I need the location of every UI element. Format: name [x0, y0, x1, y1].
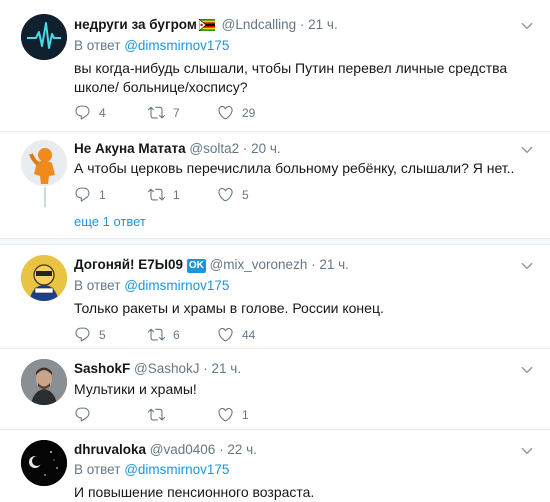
reply-to: В ответ @dimsmirnov175 [74, 38, 229, 53]
show-more-replies[interactable]: еще 1 ответ [74, 214, 146, 229]
tweet-5[interactable]: dhruvaloka @vad0406 · 22 ч. В ответ @dim… [0, 430, 550, 502]
cartoon-avatar-icon [21, 255, 67, 301]
tweet-time[interactable]: · 21 ч. [311, 257, 349, 272]
avatar[interactable] [21, 359, 67, 405]
tweet-3[interactable]: Догоняй! Е7Ы09 OK @mix_voronezh · 21 ч. … [0, 245, 550, 348]
tweet-actions: 5 6 44 [74, 326, 474, 346]
reply-icon [74, 326, 91, 343]
reply-button[interactable]: 4 [74, 104, 106, 121]
retweet-icon [148, 104, 165, 121]
pulse-logo-icon [21, 14, 67, 60]
retweet-icon [148, 326, 165, 343]
retweet-count: 6 [173, 327, 180, 342]
tweet-header: SashokF @SashokJ · 21 ч. [74, 361, 241, 376]
like-button[interactable]: 1 [217, 406, 249, 423]
author-handle[interactable]: @SashokJ [134, 361, 199, 376]
tweet-text: вы когда-нибудь слышали, чтобы Путин пер… [74, 60, 508, 95]
like-icon [217, 186, 234, 203]
tweet-1[interactable]: недруги за бугром @Lndcalling · 21 ч. В … [0, 0, 550, 130]
reply-to: В ответ @dimsmirnov175 [74, 278, 229, 293]
chevron-down-icon[interactable] [520, 143, 534, 157]
night-sky-avatar-icon [21, 440, 67, 486]
reply-count: 1 [99, 187, 106, 202]
tweet-2[interactable]: Не Акуна Матата @solta2 · 20 ч. А чтобы … [0, 132, 550, 207]
tweet-actions: 1 1 5 [74, 186, 474, 206]
reply-mention[interactable]: @dimsmirnov175 [124, 278, 229, 293]
like-icon [217, 104, 234, 121]
reply-prefix: В ответ [74, 38, 121, 53]
like-count: 29 [242, 105, 256, 120]
author-name[interactable]: Не Акуна Матата [74, 141, 186, 156]
retweet-count: 7 [173, 105, 180, 120]
avatar[interactable] [21, 14, 67, 60]
author-handle[interactable]: @mix_voronezh [210, 257, 308, 272]
tweet-4[interactable]: SashokF @SashokJ · 21 ч. Мультики и храм… [0, 349, 550, 429]
reply-count: 5 [99, 327, 106, 342]
tweet-actions: 4 7 29 [74, 104, 474, 124]
like-count: 44 [242, 327, 256, 342]
avatar[interactable] [21, 440, 67, 486]
like-button[interactable]: 29 [217, 104, 255, 121]
tweet-header: Догоняй! Е7Ы09 OK @mix_voronezh · 21 ч. [74, 257, 349, 273]
like-icon [217, 326, 234, 343]
like-count: 5 [242, 187, 249, 202]
chevron-down-icon[interactable] [520, 363, 534, 377]
author-name[interactable]: недруги за бугром [74, 17, 197, 32]
tweet-actions: 1 [74, 406, 474, 426]
avatar[interactable] [21, 255, 67, 301]
tweet-text: И повышение пенсионного возраста. [74, 484, 315, 500]
author-handle[interactable]: @Lndcalling [222, 17, 297, 32]
tweet-text: Только ракеты и храмы в голове. России к… [74, 300, 384, 316]
tweet-header: Не Акуна Матата @solta2 · 20 ч. [74, 141, 281, 156]
retweet-button[interactable] [148, 406, 173, 423]
ok-badge: OK [186, 259, 206, 273]
like-button[interactable]: 44 [217, 326, 255, 343]
tweet-text: А чтобы церковь перечислила больному реб… [74, 160, 515, 176]
thread-line [44, 187, 46, 207]
author-name[interactable]: SashokF [74, 361, 130, 376]
reply-mention[interactable]: @dimsmirnov175 [124, 38, 229, 53]
reply-to: В ответ @dimsmirnov175 [74, 462, 229, 477]
retweet-button[interactable]: 6 [148, 326, 180, 343]
like-button[interactable]: 5 [217, 186, 249, 203]
reply-button[interactable] [74, 406, 99, 423]
tweet-time[interactable]: · 20 ч. [243, 141, 281, 156]
thread-separator [0, 238, 550, 245]
person-photo-avatar-icon [21, 359, 67, 405]
tweet-header: dhruvaloka @vad0406 · 22 ч. [74, 442, 257, 457]
reply-button[interactable]: 5 [74, 326, 106, 343]
chevron-down-icon[interactable] [520, 444, 534, 458]
author-name[interactable]: dhruvaloka [74, 442, 146, 457]
tweet-header: недруги за бугром @Lndcalling · 21 ч. [74, 17, 338, 34]
retweet-count: 1 [173, 187, 180, 202]
author-handle[interactable]: @vad0406 [150, 442, 216, 457]
retweet-icon [148, 406, 165, 423]
reply-icon [74, 406, 91, 423]
retweet-button[interactable]: 1 [148, 186, 180, 203]
orange-figure-avatar-icon [21, 140, 67, 186]
avatar[interactable] [21, 140, 67, 186]
tweet-time[interactable]: · 21 ч. [203, 361, 241, 376]
author-handle[interactable]: @solta2 [189, 141, 239, 156]
reply-icon [74, 186, 91, 203]
reply-icon [74, 104, 91, 121]
tweet-time[interactable]: · 21 ч. [300, 17, 338, 32]
tweet-time[interactable]: · 22 ч. [219, 442, 257, 457]
like-icon [217, 406, 234, 423]
author-name[interactable]: Догоняй! Е7Ы09 [74, 257, 183, 272]
like-count: 1 [242, 407, 249, 422]
zimbabwe-flag-icon [198, 18, 215, 34]
reply-prefix: В ответ [74, 278, 121, 293]
retweet-icon [148, 186, 165, 203]
chevron-down-icon[interactable] [520, 19, 534, 33]
reply-mention[interactable]: @dimsmirnov175 [124, 462, 229, 477]
reply-count: 4 [99, 105, 106, 120]
reply-button[interactable]: 1 [74, 186, 106, 203]
retweet-button[interactable]: 7 [148, 104, 180, 121]
reply-prefix: В ответ [74, 462, 121, 477]
tweet-text: Мультики и храмы! [74, 381, 197, 397]
chevron-down-icon[interactable] [520, 259, 534, 273]
